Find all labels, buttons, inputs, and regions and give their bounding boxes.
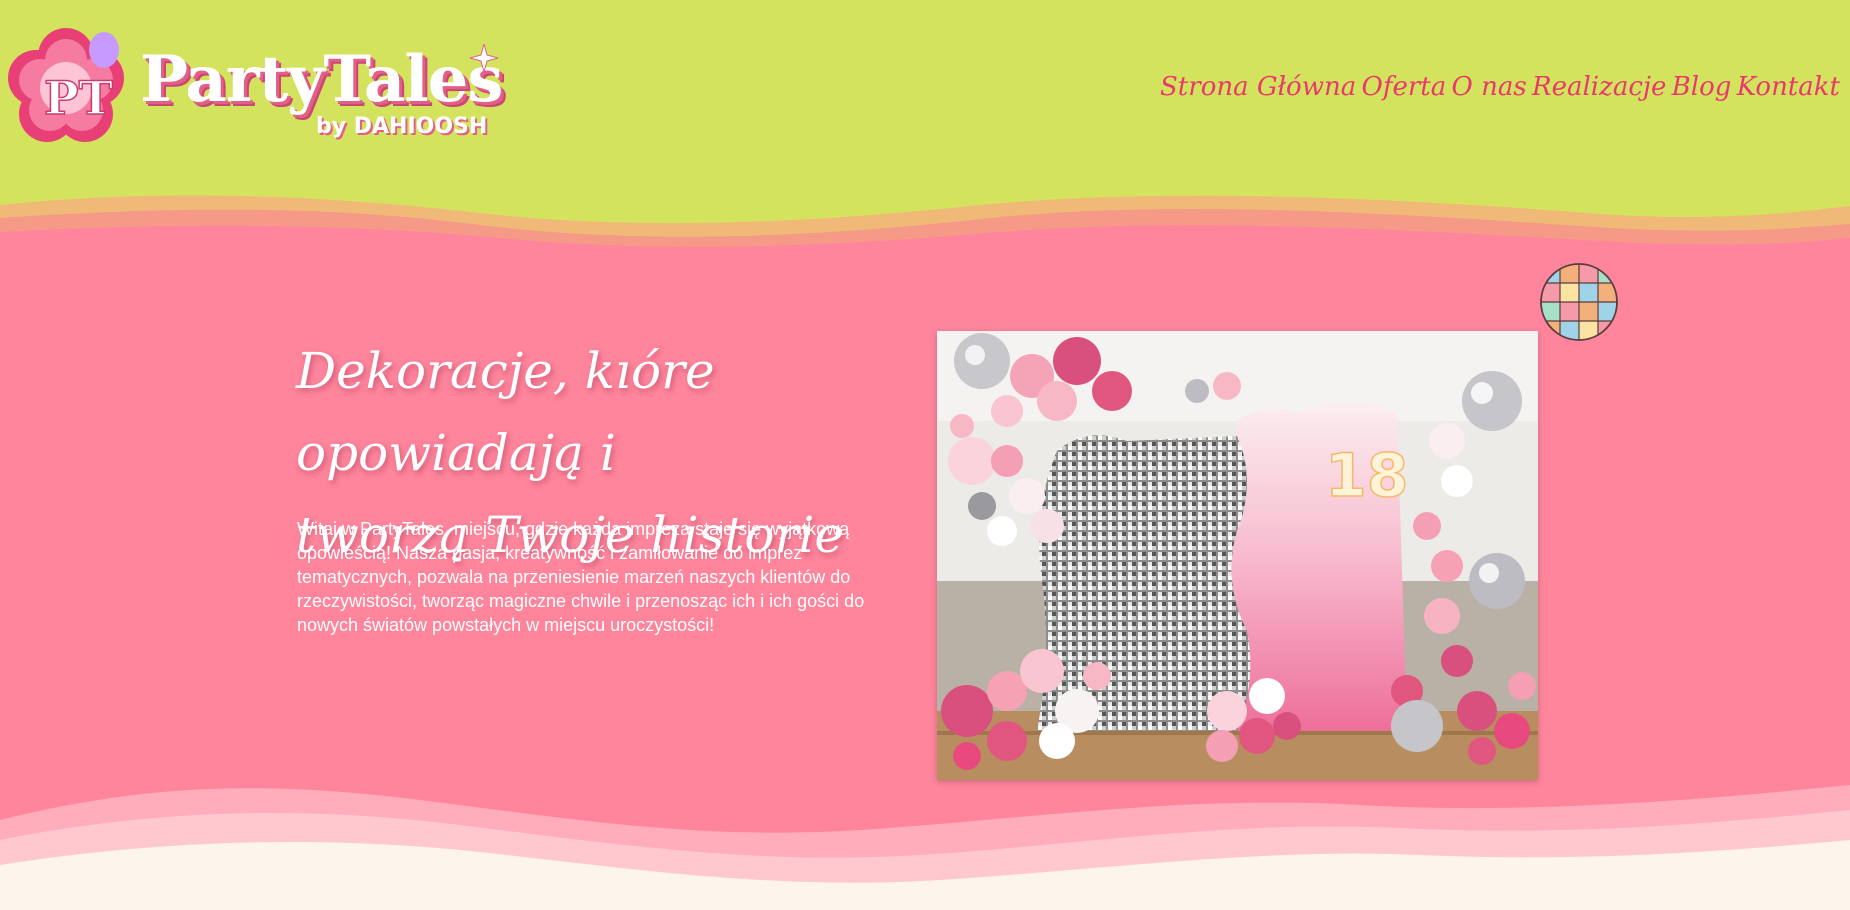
nav-o-nas[interactable]: O nas bbox=[1452, 72, 1527, 102]
site-header: PT PartyTales by DAHIOOSH Strona Główna … bbox=[0, 0, 1850, 260]
brand-tagline: by DAHIOOSH bbox=[316, 114, 488, 139]
nav-oferta[interactable]: Oferta bbox=[1362, 72, 1447, 102]
nav-kontakt[interactable]: Kontakt bbox=[1737, 72, 1840, 102]
flower-logo-icon: PT bbox=[8, 28, 124, 142]
site-logo[interactable]: PT PartyTales by DAHIOOSH bbox=[8, 22, 508, 152]
main-nav: Strona Główna Oferta O nas Realizacje Bl… bbox=[1160, 72, 1840, 102]
svg-text:PT: PT bbox=[44, 71, 113, 125]
hero-description: Witaj w PartyTales, miejscu, gdzie każda… bbox=[297, 519, 865, 635]
nav-blog[interactable]: Blog bbox=[1672, 72, 1732, 102]
nav-strona-glowna[interactable]: Strona Główna bbox=[1160, 72, 1356, 102]
svg-text:18: 18 bbox=[1325, 441, 1409, 511]
sparkle-icon bbox=[470, 44, 498, 72]
nav-realizacje[interactable]: Realizacje bbox=[1532, 72, 1666, 102]
footer-wave-decoration bbox=[0, 785, 1850, 910]
hero-photo: 18 bbox=[937, 331, 1538, 780]
brand-name: PartyTales bbox=[140, 42, 503, 117]
hero-title-line1: Dekoracje, kıóre opowiadają i bbox=[296, 342, 715, 482]
disco-ball-icon bbox=[1540, 263, 1618, 341]
